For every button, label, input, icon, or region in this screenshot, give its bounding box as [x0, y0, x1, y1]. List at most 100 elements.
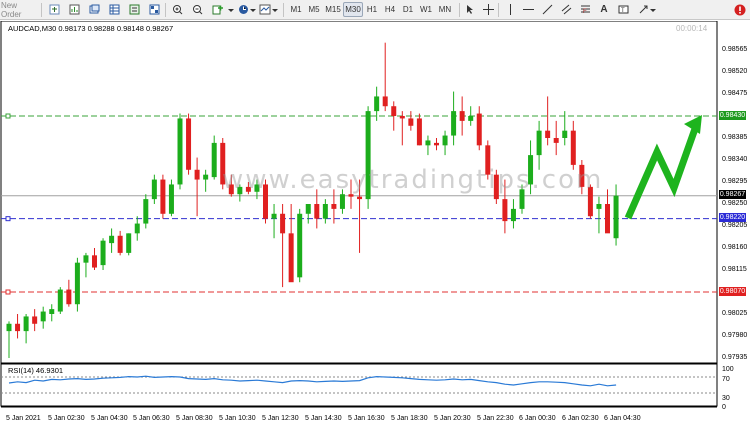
bearish-candle [117, 235, 123, 253]
time-label: 5 Jan 02:30 [48, 415, 85, 422]
bearish-candle [382, 96, 388, 107]
horizontal-line-icon[interactable] [521, 2, 535, 17]
timeframe-d1[interactable]: D1 [399, 2, 417, 17]
navigator-icon[interactable] [127, 2, 141, 17]
current-price-tag: 0.98267 [719, 190, 746, 199]
timeframe-m30[interactable]: M30 [343, 2, 363, 17]
dropdown-arrow-icon[interactable] [228, 2, 234, 17]
vertical-line-icon[interactable] [503, 2, 517, 17]
periods-icon[interactable] [236, 2, 250, 17]
cursor-icon[interactable] [463, 2, 477, 17]
bearish-candle [288, 233, 294, 283]
bearish-candle [357, 196, 363, 200]
bullish-candle [596, 204, 602, 209]
resistance-price-tag: 0.98430 [719, 111, 746, 120]
bullish-candle [40, 311, 46, 322]
bullish-candle [203, 174, 209, 180]
timeframe-m1[interactable]: M1 [287, 2, 305, 17]
text-tool-icon[interactable]: A [597, 2, 611, 17]
arrows-icon[interactable] [636, 2, 650, 17]
notification-icon[interactable] [733, 2, 747, 17]
price-label: 0.98565 [722, 46, 748, 53]
entry-price-tag: 0.98220 [719, 213, 746, 222]
time-label: 5 Jan 18:30 [391, 415, 428, 422]
dropdown-arrow-icon[interactable] [272, 2, 278, 17]
svg-text:T: T [621, 8, 625, 14]
trendline-icon[interactable] [540, 2, 554, 17]
bullish-candle [126, 233, 132, 253]
bearish-candle [434, 142, 439, 146]
bullish-candle [57, 289, 63, 312]
profiles-icon[interactable] [87, 2, 101, 17]
bearish-candle [570, 130, 576, 165]
support-price-tag: 0.98070 [719, 287, 746, 296]
time-label: 5 Jan 04:30 [91, 415, 128, 422]
terminal-icon[interactable] [147, 2, 161, 17]
bearish-candle [408, 118, 414, 126]
toolbar-separator [41, 3, 42, 17]
bearish-candle [416, 118, 422, 146]
templates-icon[interactable] [258, 2, 272, 17]
time-label: 6 Jan 02:30 [562, 415, 599, 422]
chart-new-icon[interactable] [67, 2, 81, 17]
bearish-candle [66, 289, 72, 305]
bearish-candle [194, 169, 200, 180]
bearish-candle [15, 323, 21, 332]
rsi-title: RSI(14) 46.9301 [8, 366, 64, 375]
indicators-icon[interactable] [210, 2, 228, 17]
bullish-candle [100, 240, 106, 266]
fibonacci-icon[interactable]: F [578, 2, 592, 17]
bearish-candle [391, 106, 397, 116]
bearish-candle [186, 118, 192, 170]
timeframe-h1[interactable]: H1 [363, 2, 381, 17]
time-label: 6 Jan 04:30 [604, 415, 641, 422]
zoom-in-icon[interactable] [170, 2, 184, 17]
watermark: www.easytradingtips.com [222, 165, 604, 195]
bullish-candle [143, 199, 149, 224]
bearish-candle [314, 204, 320, 219]
bullish-candle [134, 223, 140, 234]
price-label: 0.98160 [722, 244, 748, 251]
crosshair-icon[interactable] [481, 2, 495, 17]
price-label: 0.98520 [722, 68, 748, 75]
price-label: 0.98295 [722, 178, 748, 185]
bullish-candle [613, 195, 619, 239]
rsi-axis-label: 70 [722, 376, 730, 383]
toolbar-separator [165, 3, 166, 17]
timeframe-h4[interactable]: H4 [381, 2, 399, 17]
bullish-candle [23, 316, 29, 332]
timeframe-mn[interactable]: MN [435, 2, 455, 17]
price-label: 0.97980 [722, 332, 748, 339]
zoom-out-icon[interactable] [190, 2, 204, 17]
bullish-candle [297, 213, 303, 278]
one-click-icon[interactable] [47, 2, 61, 17]
new-order-button[interactable]: New Order [0, 1, 40, 19]
time-label: 5 Jan 14:30 [305, 415, 342, 422]
bullish-candle [271, 213, 277, 219]
text-label-icon[interactable]: T [616, 2, 630, 17]
rsi-line [8, 375, 617, 387]
bullish-candle [211, 142, 217, 178]
dropdown-arrow-icon[interactable] [650, 2, 656, 17]
rsi-axis-label: 0 [722, 404, 726, 411]
timeframe-m15[interactable]: M15 [323, 2, 343, 17]
dropdown-arrow-icon[interactable] [250, 2, 256, 17]
bearish-candle [331, 204, 337, 209]
bearish-candle [280, 213, 286, 234]
support-line-handle [5, 289, 11, 295]
channel-icon[interactable] [559, 2, 573, 17]
bullish-candle [536, 130, 542, 156]
timeframe-m5[interactable]: M5 [305, 2, 323, 17]
market-watch-icon[interactable] [107, 2, 121, 17]
toolbar-separator [498, 3, 499, 17]
bearish-candle [160, 179, 166, 214]
chart-area[interactable] [0, 21, 750, 430]
bullish-candle [168, 184, 174, 214]
bearish-candle [553, 138, 559, 143]
bearish-candle [502, 199, 508, 222]
bullish-candle [322, 204, 328, 219]
price-label: 0.97935 [722, 354, 748, 361]
resistance-line-handle [5, 113, 11, 119]
timeframe-w1[interactable]: W1 [417, 2, 435, 17]
rsi-axis-label: 100 [722, 366, 734, 373]
